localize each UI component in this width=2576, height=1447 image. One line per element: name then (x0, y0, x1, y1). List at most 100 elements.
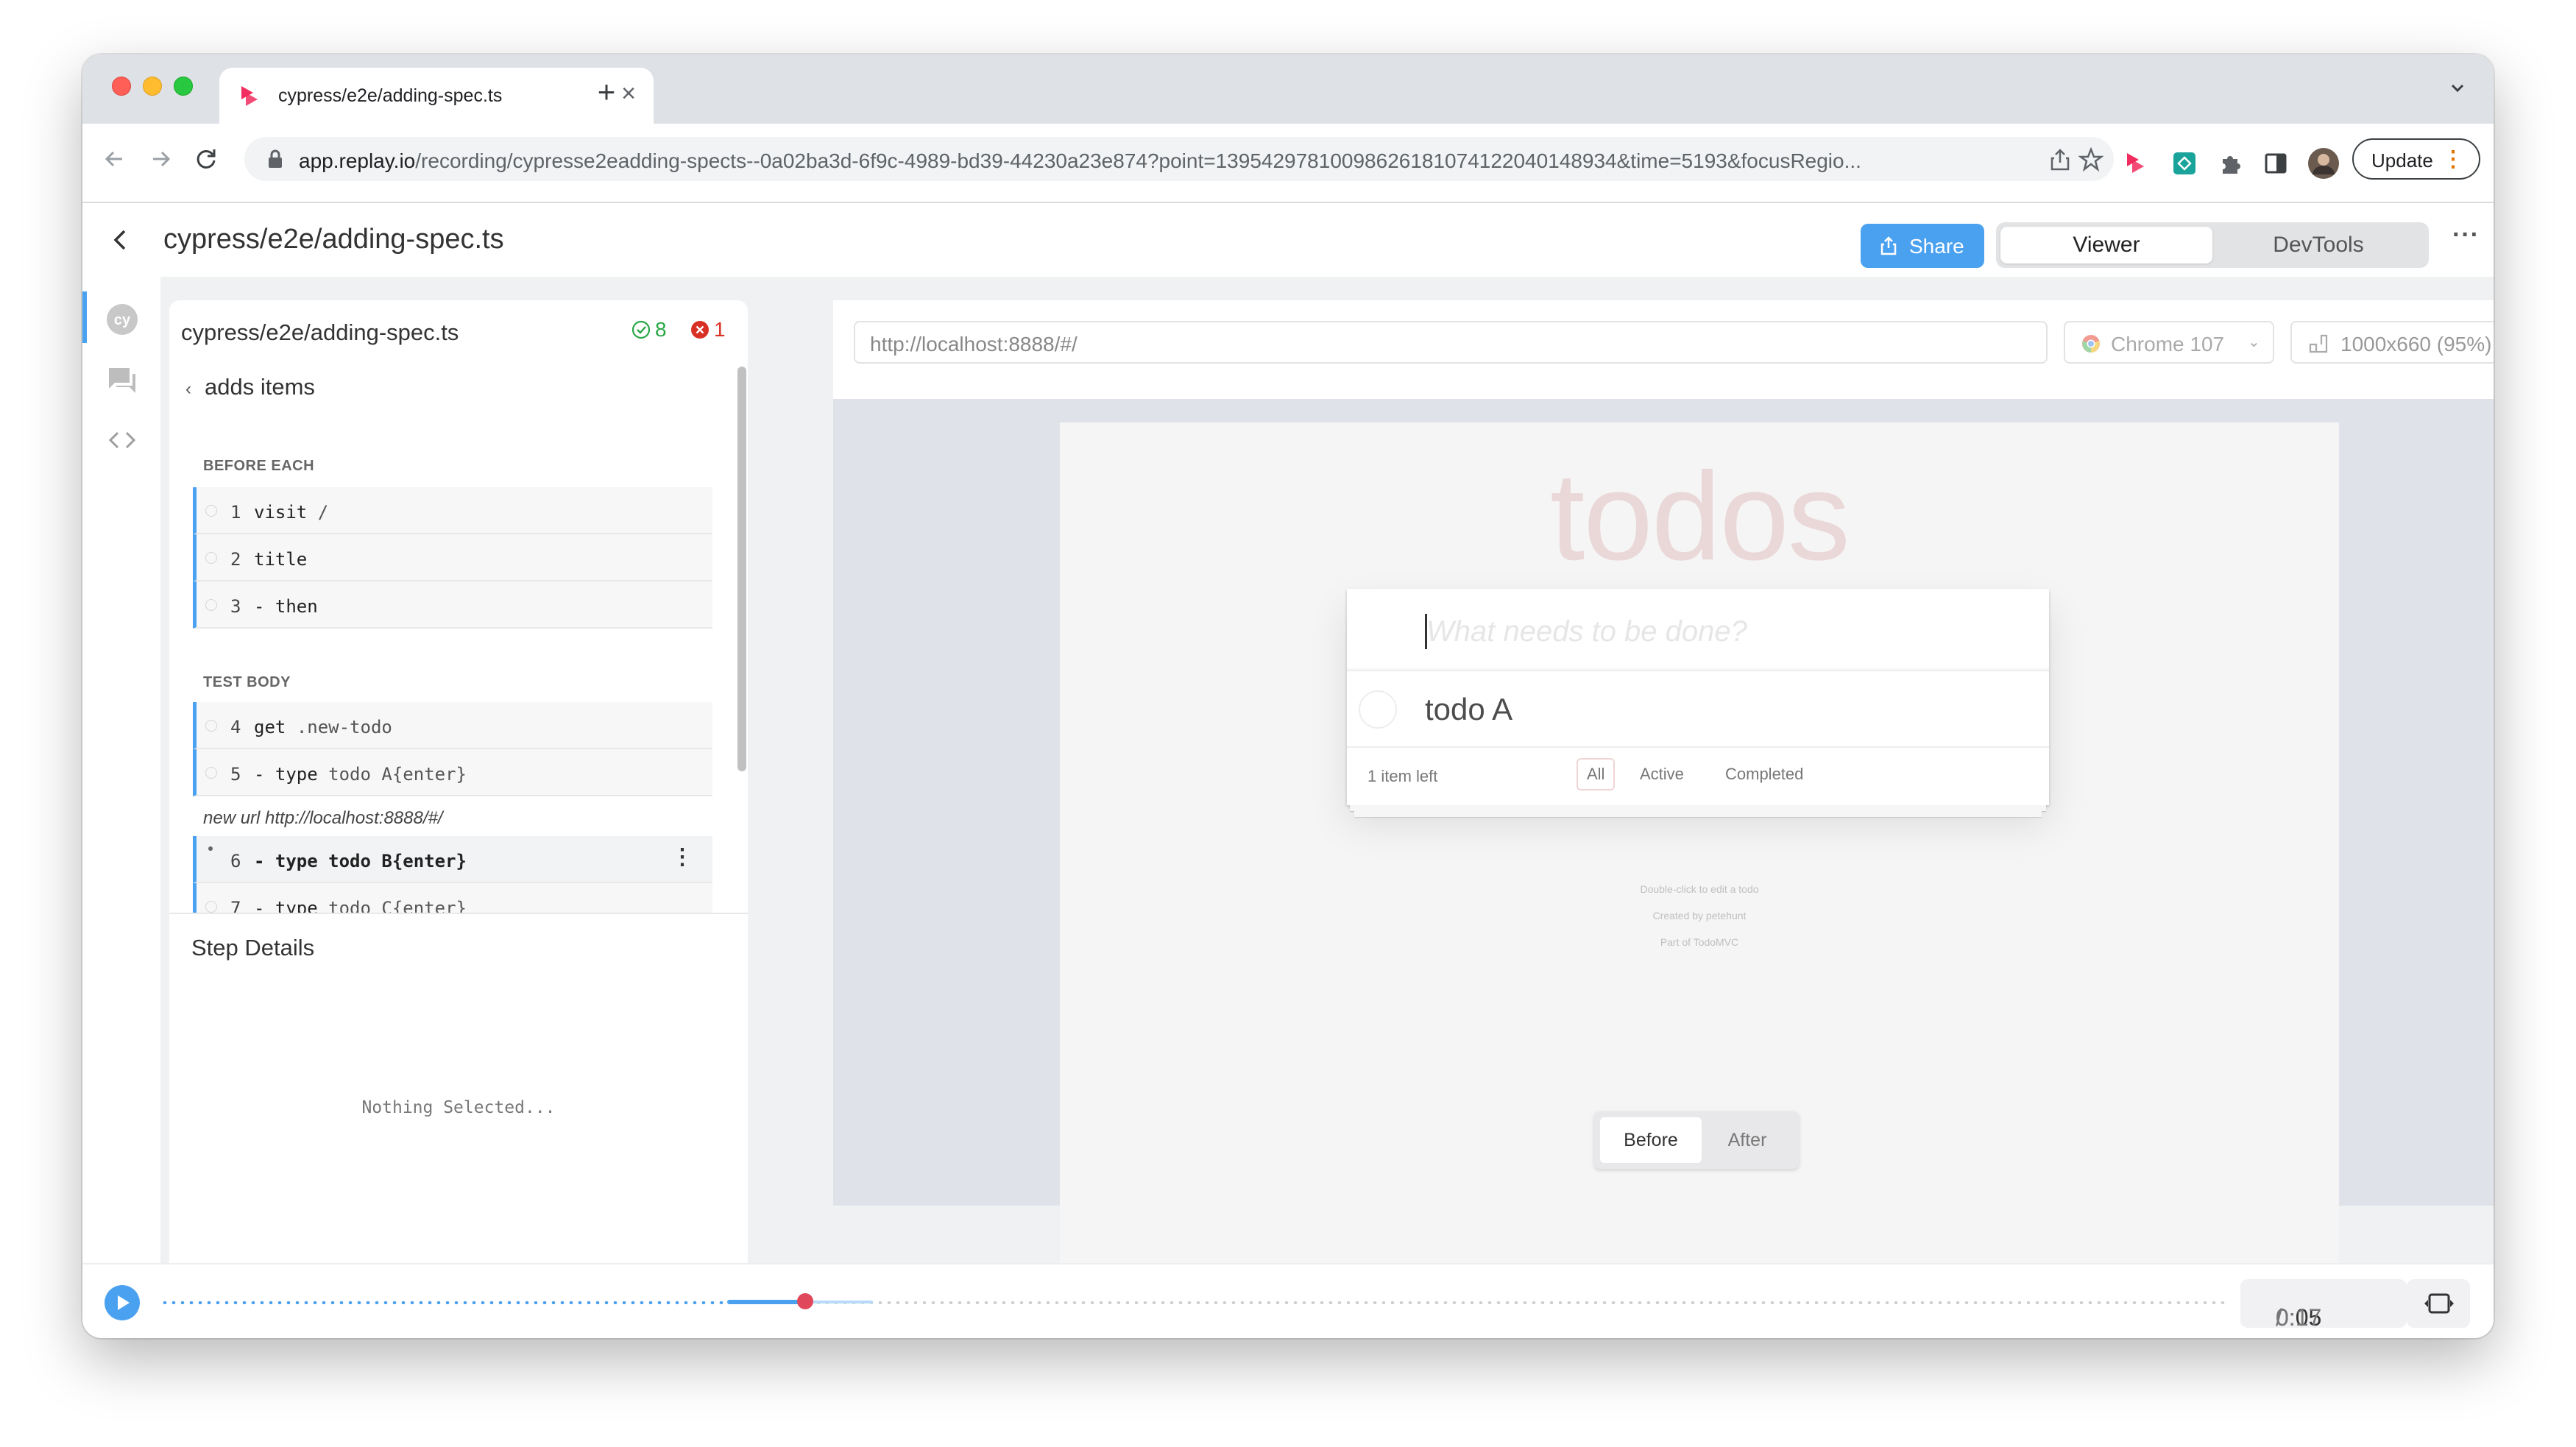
more-options-icon[interactable]: ··· (2452, 221, 2480, 250)
before-after-toggle: Before After (1594, 1111, 1799, 1169)
bookmark-star-icon[interactable] (2078, 147, 2103, 172)
step-status-dot (205, 552, 217, 564)
before-button[interactable]: Before (1600, 1117, 1702, 1163)
step-menu-icon[interactable]: ⋮ (671, 846, 693, 868)
step-row-current[interactable]: 6 - type todo B{enter} ⋮ (193, 836, 712, 883)
step-details-title: Step Details (191, 935, 315, 960)
test-name: adds items (205, 374, 315, 400)
share-icon (1880, 236, 1897, 255)
step-row[interactable]: 3 - then (193, 581, 712, 629)
viewport-size-select[interactable]: 1000x660 (95%) ⌄ (2290, 321, 2494, 364)
info-line: Part of TodoMVC (1660, 936, 1739, 948)
url-host: app.replay.io (299, 149, 416, 172)
step-number: 5 (230, 764, 241, 785)
tab-close-icon[interactable]: × (621, 81, 636, 106)
viewport-icon (2309, 334, 2328, 353)
step-row[interactable]: 4 get .new-todo (193, 702, 712, 749)
forward-arrow-icon[interactable] (144, 143, 177, 175)
step-status-dot (205, 505, 217, 517)
todos-heading: todos (1550, 447, 1850, 587)
step-row[interactable]: 2 title (193, 534, 712, 581)
update-menu-icon: ⋮ (2442, 147, 2464, 171)
puzzle-icon[interactable] (2217, 150, 2243, 177)
play-button[interactable] (105, 1285, 140, 1320)
step-number: 1 (230, 502, 241, 523)
todo-item[interactable]: todo A (1347, 671, 2049, 748)
chevron-down-icon: ⌄ (2248, 334, 2260, 350)
x-circle-icon (691, 321, 709, 339)
todo-footer: 1 item left All Active Completed (1347, 748, 2049, 805)
share-label: Share (1909, 235, 1964, 258)
step-cmd: get (254, 717, 286, 737)
chevron-left-icon: ‹ (185, 379, 191, 399)
test-body-label: TEST BODY (203, 674, 291, 690)
step-number: 4 (230, 717, 241, 737)
test-title-row[interactable]: ‹ adds items (185, 374, 315, 400)
step-row[interactable]: 1 visit / (193, 487, 712, 534)
lock-icon[interactable] (266, 149, 284, 169)
app-header: cypress/e2e/adding-spec.ts Share Viewer … (82, 203, 2494, 277)
side-panel-icon[interactable] (2262, 150, 2289, 177)
replay-extension-icon[interactable] (2124, 150, 2151, 177)
page-title: cypress/e2e/adding-spec.ts (163, 224, 504, 255)
minimize-window-button[interactable] (143, 77, 162, 96)
tab-search-chevron-icon[interactable] (2446, 77, 2469, 99)
scrollbar-thumb[interactable] (737, 367, 746, 771)
step-command: title (254, 549, 307, 570)
close-window-button[interactable] (112, 77, 131, 96)
step-cmd: visit (254, 502, 308, 523)
timeline-track[interactable] (160, 1293, 2229, 1309)
extension-icon[interactable] (2171, 150, 2198, 177)
browser-window: cypress/e2e/adding-spec.ts × + app.repla… (82, 54, 2494, 1338)
timeline: 0:05 / 0:17 (82, 1263, 2494, 1338)
total-time: 0:17 (2276, 1304, 2322, 1331)
address-bar[interactable]: app.replay.io/recording/cypresse2eadding… (244, 137, 2114, 181)
scrollbar[interactable] (736, 367, 748, 771)
new-tab-button[interactable]: + (592, 77, 621, 107)
step-row[interactable]: 5 - type todo A{enter} (193, 749, 712, 796)
update-button[interactable]: Update ⋮ (2352, 138, 2480, 180)
play-icon (118, 1295, 130, 1310)
todo-count: 1 item left (1367, 767, 1438, 785)
view-mode-toggle: Viewer DevTools (1996, 222, 2429, 268)
todo-app: What needs to be done? todo A 1 item lef… (1347, 589, 2049, 805)
filter-all[interactable]: All (1577, 758, 1616, 790)
step-cmd: title (254, 549, 308, 570)
info-line: Double-click to edit a todo (1640, 883, 1759, 895)
devtools-tab[interactable]: DevTools (2212, 227, 2424, 263)
browser-version-select[interactable]: Chrome 107 ⌄ (2064, 321, 2274, 364)
step-status-dot (205, 901, 217, 913)
fail-count-value: 1 (714, 318, 726, 341)
comments-icon[interactable] (105, 362, 140, 397)
url-text: app.replay.io/recording/cypresse2eadding… (299, 149, 2014, 173)
viewport-size-label: 1000x660 (95%) (2340, 333, 2492, 355)
reload-icon[interactable] (190, 143, 222, 175)
new-todo-input[interactable]: What needs to be done? (1347, 589, 2049, 671)
browser-tab[interactable]: cypress/e2e/adding-spec.ts × (219, 68, 654, 124)
svg-text:cy: cy (114, 312, 131, 328)
check-circle-icon (631, 320, 651, 339)
code-icon[interactable] (105, 422, 140, 458)
share-button[interactable]: Share (1861, 224, 1984, 268)
filter-completed[interactable]: Completed (1715, 758, 1814, 790)
url-path: /recording/cypresse2eadding-spects--0a02… (415, 149, 1861, 172)
maximize-window-button[interactable] (174, 77, 193, 96)
viewer-toolbar: http://localhost:8888/#/ Chrome 107 ⌄ 10… (833, 300, 2494, 399)
chrome-icon (2082, 335, 2100, 353)
viewer-tab[interactable]: Viewer (2000, 227, 2212, 263)
todo-toggle-checkbox[interactable] (1359, 690, 1397, 729)
after-button[interactable]: After (1702, 1117, 1793, 1163)
viewer-url-field[interactable]: http://localhost:8888/#/ (854, 321, 2048, 364)
step-cmd: - then (254, 596, 318, 617)
timeline-playhead[interactable] (797, 1293, 813, 1309)
profile-avatar-icon[interactable] (2308, 148, 2339, 179)
fullscreen-button[interactable] (2407, 1279, 2470, 1328)
filter-active[interactable]: Active (1630, 758, 1694, 790)
before-each-label: BEFORE EACH (203, 458, 315, 474)
share-page-icon[interactable] (2048, 147, 2073, 172)
back-chevron-icon[interactable] (106, 225, 135, 255)
viewer-url: http://localhost:8888/#/ (870, 333, 1078, 355)
cypress-icon[interactable]: cy (105, 302, 140, 337)
new-url-event: new url http://localhost:8888/#/ (203, 808, 443, 828)
back-arrow-icon[interactable] (99, 143, 131, 175)
